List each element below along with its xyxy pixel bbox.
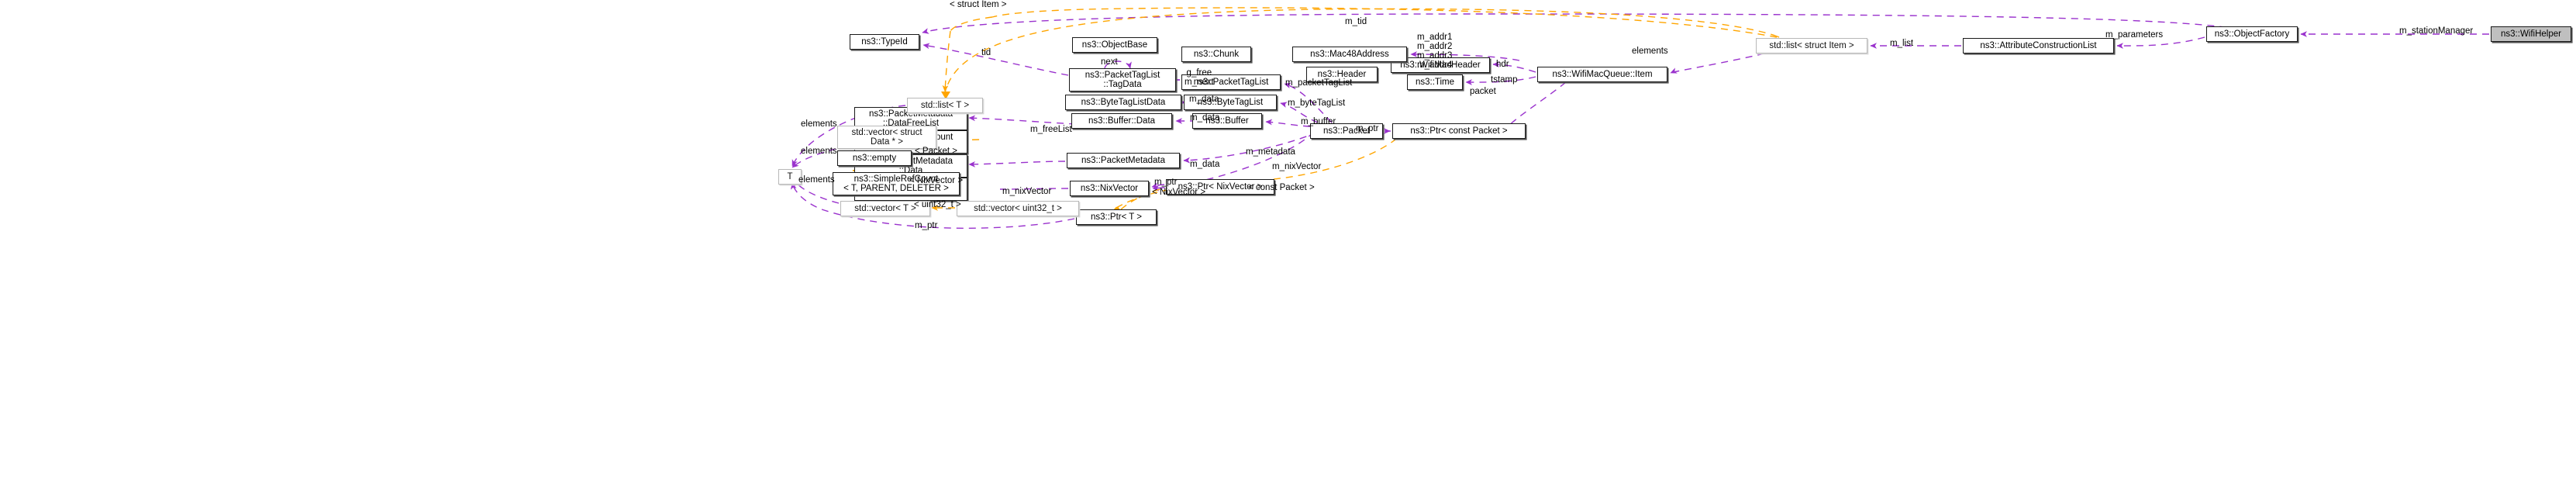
edge-label-elements-item: elements [1632,47,1668,56]
edge-label-packet-tmpl: < Packet > [915,147,957,156]
edge-label-uint32-tmpl: < uint32_t > [914,200,961,209]
edge-label-m-addr: m_addr1 m_addr2 m_addr3 m_addr4 [1417,33,1453,70]
edge-label-m-nixVector-2: m_nixVector [1002,187,1052,196]
node-typeid[interactable]: ns3::TypeId [850,34,919,50]
node-wifi-mac-queue-item[interactable]: ns3::WifiMacQueue::Item [1537,67,1667,82]
edge-label-m-ptr-2: m_ptr [1154,178,1178,187]
node-object-base[interactable]: ns3::ObjectBase [1072,37,1157,53]
edge-label-packet: packet [1470,87,1496,96]
node-object-factory[interactable]: ns3::ObjectFactory [2206,26,2298,42]
node-ptr-t[interactable]: ns3::Ptr< T > [1076,209,1157,225]
edge-label-nixvector-tmpl: < NixVector > [1152,188,1206,197]
node-ns3-empty[interactable]: ns3::empty [837,150,912,166]
edge-label-m-data-1: m_data [1189,95,1219,104]
node-std-list-struct-item[interactable]: std::list< struct Item > [1756,38,1867,54]
node-ptr-const-packet[interactable]: ns3::Ptr< const Packet > [1392,123,1526,139]
edge-label-g-free: g_free m_next [1185,68,1214,87]
edge-label-m-list: m_list [1890,39,1914,48]
edge-label-m-ptr-1: m_ptr [1356,124,1379,133]
edge-label-m-data-3: m_data [1190,160,1220,169]
edge-label-struct-item: < struct Item > [950,0,1007,9]
edge-label-m-tid: m_tid [1345,17,1367,26]
node-chunk[interactable]: ns3::Chunk [1181,47,1251,62]
edge-label-const-packet: < const Packet > [1248,183,1315,192]
node-std-list-t[interactable]: std::list< T > [907,98,983,113]
node-packet-tag-list-tagdata[interactable]: ns3::PacketTagList ::TagData [1069,68,1176,92]
edge-label-next: next [1101,57,1118,67]
node-std-vector-uint32[interactable]: std::vector< uint32_t > [957,201,1079,216]
edge-label-m-buffer: m_buffer [1301,117,1336,126]
node-byte-tag-list-data[interactable]: ns3::ByteTagListData [1065,95,1181,110]
edge-label-m-ptr-3: m_ptr [915,221,938,230]
collaboration-diagram: ns3::WifiHelper ns3::ObjectFactory ns3::… [0,0,2576,494]
edge-label-m-metadata: m_metadata [1246,147,1295,157]
edge-arrowheads-layer [941,92,1122,214]
edge-label-elements-3: elements [798,175,835,185]
edge-label-tid: tid [981,48,991,57]
edge-label-tstamp: tstamp [1491,75,1518,85]
edge-label-m-station-manager: m_stationManager [2399,26,2474,36]
node-std-vector-struct-data[interactable]: std::vector< struct Data * > [837,126,936,149]
edge-label-m-nixVector-1: m_nixVector [1272,162,1322,171]
node-packet-metadata[interactable]: ns3::PacketMetadata [1067,153,1180,168]
node-nix-vector[interactable]: ns3::NixVector [1070,181,1149,196]
node-buffer-data[interactable]: ns3::Buffer::Data [1071,113,1172,129]
edge-label-m-packetTagList: m_packetTagList [1285,78,1353,88]
edge-label-m-data-2: m_data [1190,113,1220,123]
node-wifi-helper[interactable]: ns3::WifiHelper [2491,26,2571,42]
node-mac48-address[interactable]: ns3::Mac48Address [1292,47,1407,62]
edge-label-m-byteTagList: m_byteTagList [1288,98,1346,108]
edge-label-m-parameters: m_parameters [2105,30,2164,40]
edge-label-elements-1: elements [801,119,837,129]
node-time[interactable]: ns3::Time [1407,74,1463,90]
edge-label-nixvector-tmpl2: < NixVector > [909,176,964,185]
edge-label-hdr: hdr [1496,60,1509,69]
edge-layer [790,7,2489,229]
node-attribute-construction-list[interactable]: ns3::AttributeConstructionList [1963,38,2114,54]
edge-label-m-freeList: m_freeList [1030,125,1072,134]
edge-label-elements-2: elements [801,147,837,156]
